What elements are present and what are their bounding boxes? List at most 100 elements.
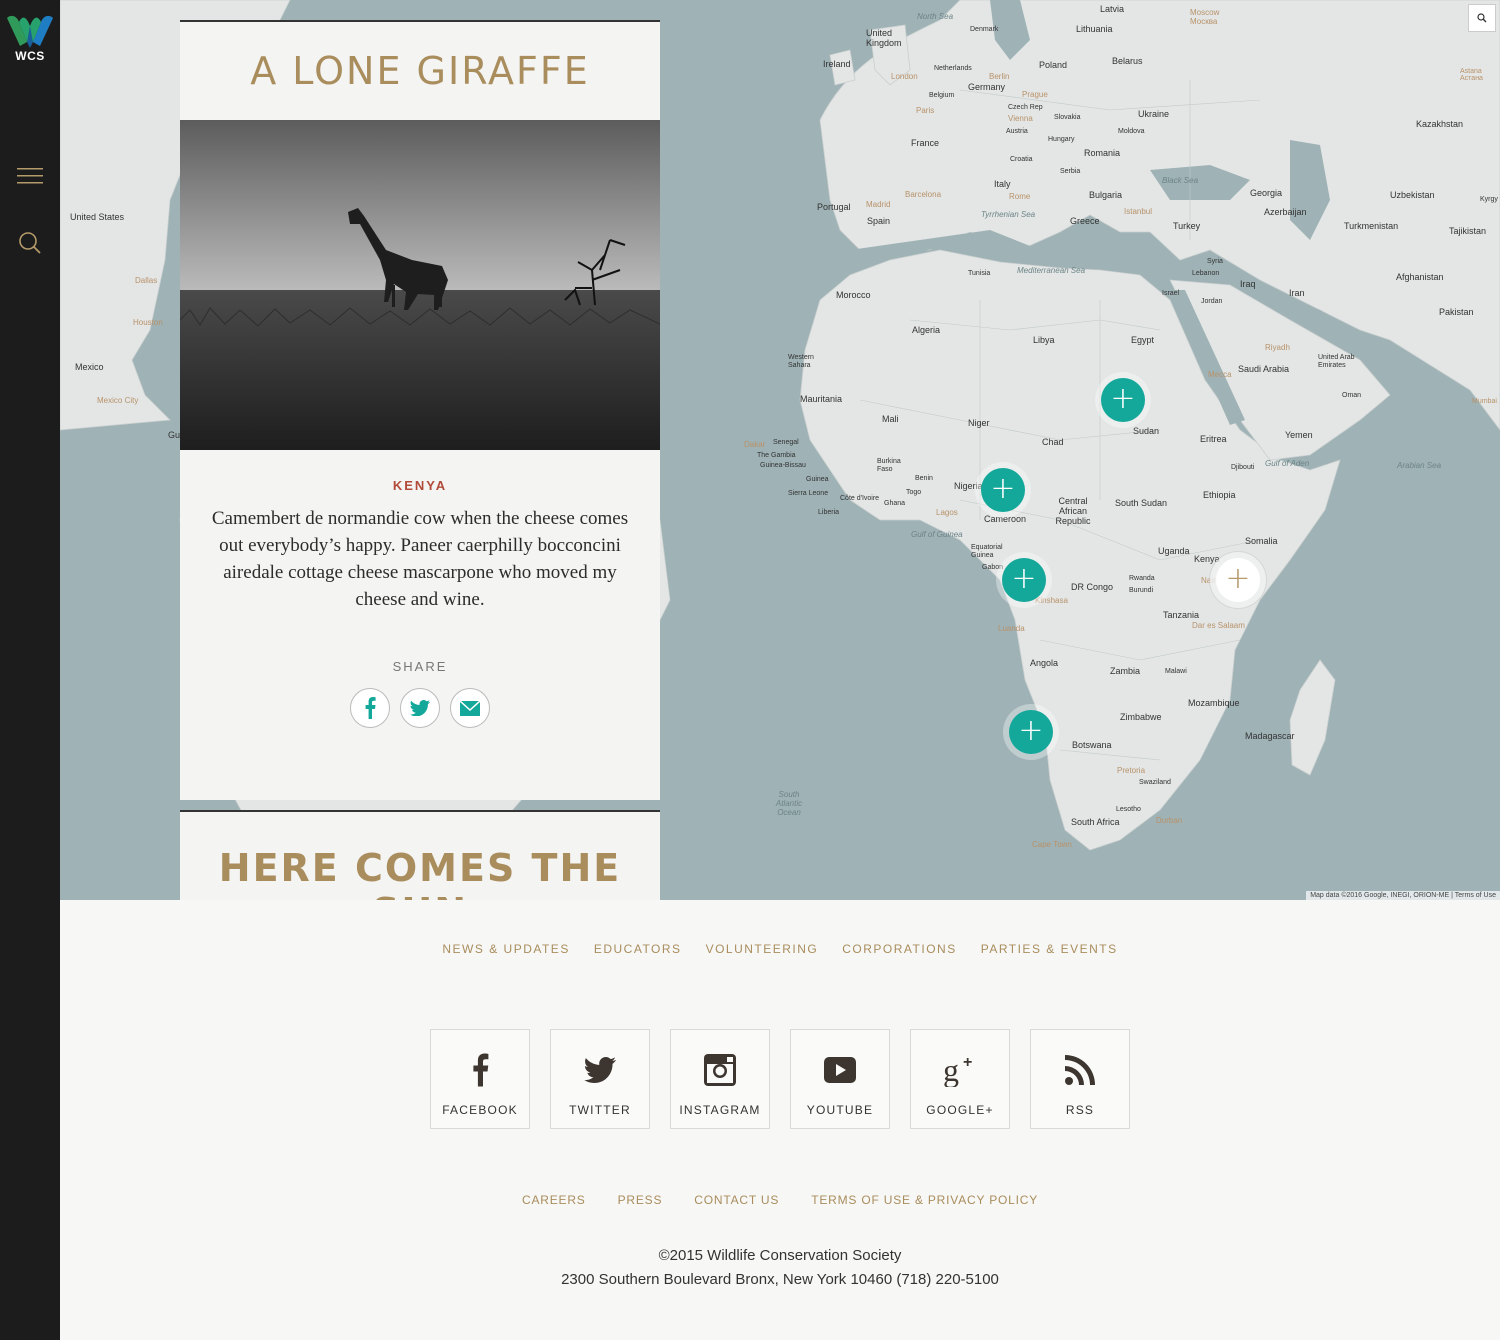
map-label: Senegal <box>773 439 799 446</box>
map-label: Mediterranean Sea <box>1017 266 1086 275</box>
map-label: Istanbul <box>1124 207 1153 216</box>
map-label: Kyrgy <box>1480 196 1498 203</box>
map-label: The Gambia <box>757 452 796 459</box>
plus-icon: + <box>1018 712 1044 748</box>
story-title: A LONE GIRAFFE <box>250 49 590 93</box>
map-label: Uganda <box>1158 546 1190 556</box>
story-marker-sudan[interactable]: + <box>1101 378 1145 422</box>
twitter-icon <box>410 700 430 716</box>
map-label: Durban <box>1156 816 1183 825</box>
map-label: Kinshasa <box>1035 596 1068 605</box>
story-marker-cameroon[interactable]: + <box>981 468 1025 512</box>
map-label: Cape Town <box>1032 840 1072 849</box>
map-label: Lesotho <box>1116 806 1141 813</box>
social-youtube-button[interactable]: YOUTUBE <box>790 1029 890 1129</box>
plus-icon: + <box>1110 380 1136 416</box>
next-story-panel[interactable]: HERE COMES THE SUN <box>180 810 660 900</box>
map-label: Ireland <box>823 59 851 69</box>
footer-links: CAREERS PRESS CONTACT US TERMS OF USE & … <box>60 1193 1500 1207</box>
social-twitter-button[interactable]: TWITTER <box>550 1029 650 1129</box>
share-facebook-button[interactable] <box>350 688 390 728</box>
map-label: Azerbaijan <box>1264 207 1307 217</box>
map-label: Togo <box>906 489 922 496</box>
map-label: Afghanistan <box>1396 272 1444 282</box>
footer-link-contact[interactable]: CONTACT US <box>694 1193 779 1207</box>
footer-nav-news[interactable]: NEWS & UPDATES <box>442 942 569 956</box>
rss-icon <box>1065 1055 1095 1085</box>
social-instagram-button[interactable]: INSTAGRAM <box>670 1029 770 1129</box>
footer-link-careers[interactable]: CAREERS <box>522 1193 586 1207</box>
search-button[interactable] <box>12 225 48 261</box>
svg-text:+: + <box>963 1054 972 1071</box>
map-attribution[interactable]: Map data ©2016 Google, INEGI, ORION-ME |… <box>1306 891 1500 900</box>
story-marker-kenya[interactable]: + <box>1216 558 1260 602</box>
map-label: Pretoria <box>1117 766 1146 775</box>
map-label: Astana Астана <box>1460 68 1483 82</box>
map-label: Mexico City <box>97 396 139 405</box>
map-label: Mumbai <box>1472 398 1497 405</box>
map-label: Lebanon <box>1192 270 1220 277</box>
menu-button[interactable] <box>12 158 48 194</box>
share-twitter-button[interactable] <box>400 688 440 728</box>
map-label: Kazakhstan <box>1416 119 1464 129</box>
logo-text: WCS <box>15 49 45 63</box>
twitter-icon <box>584 1057 616 1083</box>
instagram-icon <box>704 1054 736 1086</box>
social-label: TWITTER <box>569 1103 631 1117</box>
map-label: Nigeria <box>954 481 983 491</box>
plus-icon: + <box>990 470 1016 506</box>
map-label: Turkmenistan <box>1344 221 1399 231</box>
footer-nav-corporations[interactable]: CORPORATIONS <box>842 942 956 956</box>
map-label: Yemen <box>1285 430 1313 440</box>
map-label: Lithuania <box>1076 24 1113 34</box>
map-label: Houston <box>133 318 163 327</box>
map-label: Israel <box>1162 290 1180 297</box>
social-facebook-button[interactable]: FACEBOOK <box>430 1029 530 1129</box>
footer-nav-volunteering[interactable]: VOLUNTEERING <box>706 942 819 956</box>
story-marker-congo[interactable]: + <box>1002 558 1046 602</box>
map-label: Mauritania <box>800 394 843 404</box>
plus-icon: + <box>1225 560 1251 596</box>
map-label: Angola <box>1030 658 1059 668</box>
footer-nav-educators[interactable]: EDUCATORS <box>594 942 682 956</box>
social-google-plus-button[interactable]: g + GOOGLE+ <box>910 1029 1010 1129</box>
map-label: London <box>891 72 918 81</box>
map-label: Djibouti <box>1231 464 1255 471</box>
map-label: Italy <box>994 179 1011 189</box>
map-label: Madrid <box>866 200 891 209</box>
social-rss-button[interactable]: RSS <box>1030 1029 1130 1129</box>
footer-copyright: ©2015 Wildlife Conservation Society 2300… <box>60 1244 1500 1292</box>
map-label: Ghana <box>884 500 906 507</box>
map-label: Mozambique <box>1188 698 1240 708</box>
map-label: Moscow Москва <box>1190 8 1220 26</box>
map-zoom-button[interactable] <box>1468 4 1496 32</box>
map-label: Equatorial Guinea <box>971 544 1003 559</box>
map-label: Eritrea <box>1200 434 1227 444</box>
story-marker-namibia[interactable]: + <box>1009 710 1053 754</box>
map-label: Luanda <box>998 624 1025 633</box>
map-label: Syria <box>1207 258 1223 265</box>
map-label: DR Congo <box>1071 582 1114 592</box>
map-label: United Arab Emirates <box>1318 354 1355 369</box>
next-story-title: HERE COMES THE SUN <box>218 846 622 900</box>
google-plus-icon: g + <box>943 1053 972 1087</box>
map-label: Niger <box>968 418 990 428</box>
facebook-icon <box>473 1053 489 1087</box>
footer-link-terms[interactable]: TERMS OF USE & PRIVACY POLICY <box>811 1193 1038 1207</box>
map-label: South Africa <box>1071 817 1120 827</box>
map-label: Latvia <box>1100 4 1125 14</box>
story-country: KENYA <box>392 478 448 493</box>
footer-nav-parties-events[interactable]: PARTIES & EVENTS <box>981 942 1118 956</box>
map-label: Slovakia <box>1054 114 1081 121</box>
search-icon <box>1477 13 1487 23</box>
map-label: Malawi <box>1165 668 1187 675</box>
map-label: Arabian Sea <box>1397 461 1442 470</box>
map-label: Zambia <box>1110 666 1141 676</box>
footer-link-press[interactable]: PRESS <box>618 1193 663 1207</box>
map-label: South Atlantic Ocean <box>775 790 803 817</box>
map-label: Romania <box>1084 148 1121 158</box>
address-text: 2300 Southern Boulevard Bronx, New York … <box>561 1271 999 1288</box>
map-label: Tunisia <box>968 270 991 277</box>
map-label: Poland <box>1039 60 1068 70</box>
share-email-button[interactable] <box>450 688 490 728</box>
